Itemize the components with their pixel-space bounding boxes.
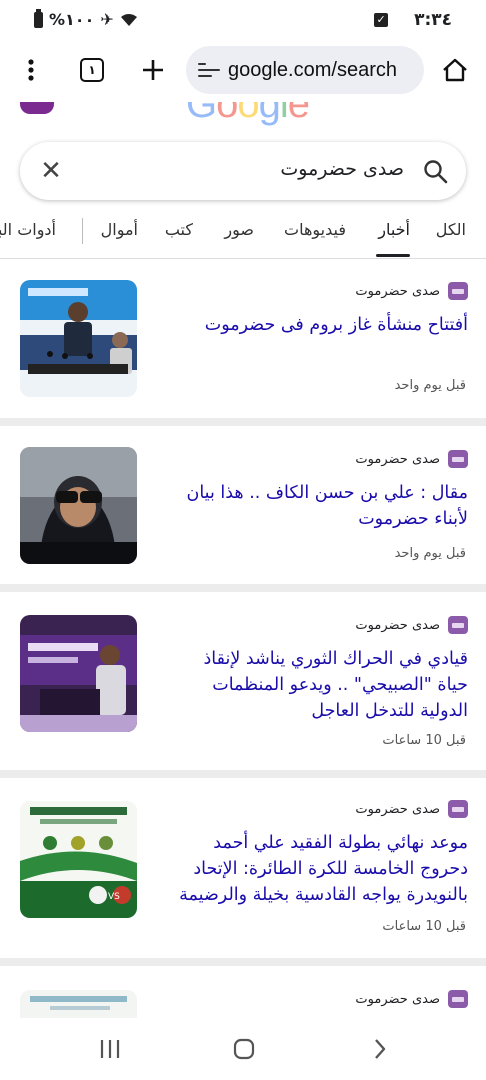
headline[interactable]: مقال : علي بن حسن الكاف .. هذا بيان لأبن… bbox=[172, 480, 468, 532]
source-name: صدى حضرموت bbox=[355, 283, 440, 299]
source-name: صدى حضرموت bbox=[355, 801, 440, 817]
search-input[interactable]: صدى حضرموت bbox=[280, 158, 404, 180]
timestamp: قبل يوم واحد bbox=[394, 546, 466, 561]
tab-books[interactable]: كتب bbox=[165, 220, 193, 239]
results-separator bbox=[0, 418, 486, 426]
new-tab-plus-icon[interactable] bbox=[138, 52, 168, 88]
status-right: ✓ ٣:٣٤ bbox=[374, 10, 452, 30]
source-name: صدى حضرموت bbox=[355, 451, 440, 467]
news-result[interactable]: صدى حضرموت موعد نهائي بطولة الفقيد علي أ… bbox=[0, 778, 486, 958]
home-icon[interactable] bbox=[440, 52, 470, 88]
tabs-divider bbox=[82, 218, 83, 244]
source-favicon-icon bbox=[448, 450, 468, 468]
active-tab-underline bbox=[376, 254, 410, 257]
logo-strip: Google bbox=[0, 102, 486, 130]
url-text: google.com/search bbox=[228, 58, 397, 81]
clock: ٣:٣٤ bbox=[414, 10, 452, 30]
timestamp: قبل 10 ساعات bbox=[382, 733, 466, 748]
source-name: صدى حضرموت bbox=[355, 991, 440, 1007]
notification-check-icon: ✓ bbox=[374, 13, 389, 27]
clear-icon[interactable]: ✕ bbox=[36, 156, 66, 186]
news-result[interactable]: صدى حضرموت مقال : علي بن حسن الكاف .. هذ… bbox=[0, 426, 486, 584]
svg-text:VS: VS bbox=[108, 892, 120, 902]
source-favicon-icon bbox=[448, 616, 468, 634]
headline[interactable]: أفتتاح منشأة غاز بروم فى حضرموت bbox=[172, 312, 468, 338]
back-icon[interactable] bbox=[370, 1036, 390, 1062]
search-box[interactable]: ✕ صدى حضرموت bbox=[20, 142, 466, 200]
google-logo: Google bbox=[186, 102, 310, 126]
news-thumbnail[interactable] bbox=[20, 447, 137, 564]
battery-icon bbox=[34, 8, 43, 28]
tab-finance[interactable]: أموال bbox=[101, 220, 138, 239]
filter-tabs: الكل أخبار فيديوهات صور كتب أموال أدوات … bbox=[0, 208, 486, 258]
airplane-icon: ✈ bbox=[100, 10, 114, 29]
tabs-border bbox=[0, 258, 486, 259]
tabs-button[interactable]: ١ bbox=[78, 52, 106, 88]
battery-level: %١٠٠ bbox=[49, 10, 95, 29]
status-left: %١٠٠ ✈ bbox=[34, 8, 138, 29]
timestamp: قبل يوم واحد bbox=[394, 378, 466, 393]
source-row: صدى حضرموت bbox=[355, 616, 468, 634]
news-thumbnail[interactable] bbox=[20, 615, 137, 732]
site-settings-icon[interactable] bbox=[198, 63, 220, 77]
tab-images[interactable]: صور bbox=[224, 220, 254, 239]
news-thumbnail[interactable]: VS bbox=[20, 801, 137, 918]
source-favicon-icon bbox=[448, 800, 468, 818]
timestamp: قبل 10 ساعات bbox=[382, 919, 466, 934]
news-result[interactable]: صدى حضرموت أفتتاح منشأة غاز بروم فى حضرم… bbox=[0, 260, 486, 417]
search-icon[interactable] bbox=[422, 158, 448, 184]
corner-badge bbox=[20, 102, 54, 114]
source-row: صدى حضرموت bbox=[355, 990, 468, 1008]
tab-all[interactable]: الكل bbox=[436, 220, 466, 239]
source-row: صدى حضرموت bbox=[355, 282, 468, 300]
tabs-count: ١ bbox=[80, 58, 104, 82]
source-row: صدى حضرموت bbox=[355, 450, 468, 468]
tab-search-tools[interactable]: أدوات البحث bbox=[0, 220, 56, 239]
news-result[interactable]: صدى حضرموت bbox=[0, 966, 486, 1018]
headline[interactable]: قيادي في الحراك الثوري يناشد لإنقاذ حياة… bbox=[172, 646, 469, 724]
source-favicon-icon bbox=[448, 282, 468, 300]
menu-more-icon[interactable] bbox=[18, 52, 44, 88]
home-nav-icon[interactable] bbox=[232, 1036, 256, 1062]
news-thumbnail[interactable] bbox=[20, 990, 137, 1018]
source-row: صدى حضرموت bbox=[355, 800, 468, 818]
tab-videos[interactable]: فيديوهات bbox=[284, 220, 346, 239]
recent-apps-icon[interactable] bbox=[98, 1036, 122, 1062]
tab-news[interactable]: أخبار bbox=[378, 220, 410, 239]
system-nav-bar bbox=[0, 1018, 486, 1080]
wifi-icon bbox=[120, 13, 137, 26]
status-bar: %١٠٠ ✈ ✓ ٣:٣٤ bbox=[0, 0, 486, 40]
news-result[interactable]: صدى حضرموت قيادي في الحراك الثوري يناشد … bbox=[0, 592, 486, 770]
headline[interactable]: موعد نهائي بطولة الفقيد علي أحمد دحروج ا… bbox=[172, 830, 468, 908]
results-separator bbox=[0, 584, 486, 592]
results-separator bbox=[0, 958, 486, 966]
results-separator bbox=[0, 770, 486, 778]
browser-toolbar: ١ google.com/search bbox=[0, 40, 486, 102]
source-favicon-icon bbox=[448, 990, 468, 1008]
url-bar[interactable]: google.com/search bbox=[186, 46, 424, 94]
news-thumbnail[interactable] bbox=[20, 280, 137, 397]
source-name: صدى حضرموت bbox=[355, 617, 440, 633]
